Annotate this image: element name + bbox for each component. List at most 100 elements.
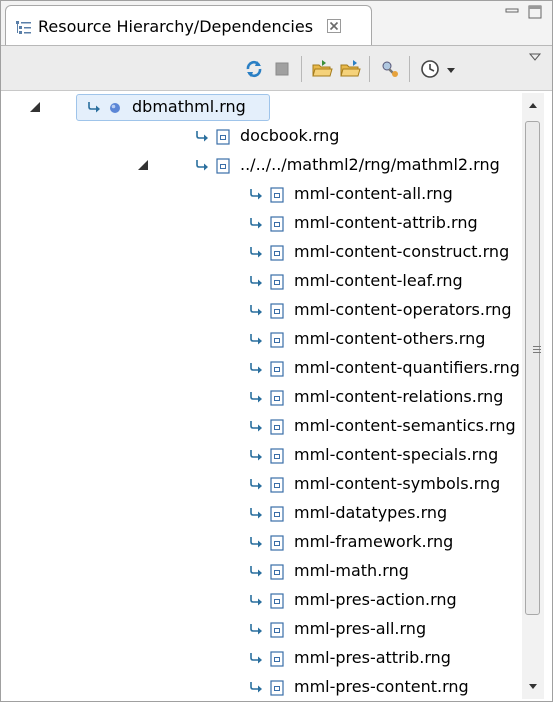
tree-row[interactable]: mml-pres-attrib.rng xyxy=(17,644,522,673)
tree-row[interactable]: mml-content-symbols.rng xyxy=(17,470,522,499)
minimize-icon[interactable] xyxy=(505,5,519,19)
tree-row[interactable]: mml-content-relations.rng xyxy=(17,383,522,412)
tree-item-label: mml-pres-action.rng xyxy=(294,590,457,609)
view-menu-icon[interactable] xyxy=(528,50,542,64)
tree-item-label: mml-datatypes.rng xyxy=(294,503,448,522)
tree-item-label: mml-content-all.rng xyxy=(294,184,453,203)
dependency-arrow-icon xyxy=(250,334,262,345)
tree-row[interactable]: mml-content-quantifiers.rng xyxy=(17,354,522,383)
dependency-arrow-icon xyxy=(250,247,262,258)
dependency-arrow-icon xyxy=(250,363,262,374)
tree-row[interactable]: mml-content-others.rng xyxy=(17,325,522,354)
rng-file-icon xyxy=(270,390,284,406)
rng-file-icon xyxy=(270,477,284,493)
rng-file-icon xyxy=(270,216,284,232)
dependency-arrow-icon xyxy=(250,392,262,403)
tree-item-label: mml-content-symbols.rng xyxy=(294,474,501,493)
view-tab-title: Resource Hierarchy/Dependencies xyxy=(38,17,314,36)
expand-toggle-icon[interactable] xyxy=(29,101,41,113)
tree-root-row[interactable]: dbmathml.rng xyxy=(17,93,522,122)
tree-row[interactable]: mml-pres-content.rng xyxy=(17,673,522,699)
configure-icon[interactable] xyxy=(379,58,401,80)
rng-file-icon xyxy=(216,129,230,145)
tree-row[interactable]: mml-math.rng xyxy=(17,557,522,586)
rng-file-icon xyxy=(270,361,284,377)
schema-root-icon xyxy=(110,103,120,113)
tree-item-label: mml-content-leaf.rng xyxy=(294,271,463,290)
tree-row[interactable]: mml-content-specials.rng xyxy=(17,441,522,470)
dependency-arrow-icon xyxy=(250,595,262,606)
scroll-up-icon[interactable] xyxy=(528,101,538,109)
dropdown-arrow-icon[interactable] xyxy=(445,58,457,80)
dependency-arrow-icon xyxy=(250,276,262,287)
dependency-tree: dbmathml.rng docbook.rng ../../../mathml2/… xyxy=(17,93,522,699)
tree-root-label: dbmathml.rng xyxy=(132,97,246,116)
dependency-arrow-icon xyxy=(250,624,262,635)
history-icon[interactable] xyxy=(419,58,441,80)
open-folder-icon[interactable] xyxy=(311,58,333,80)
view-tab[interactable]: Resource Hierarchy/Dependencies xyxy=(5,5,372,45)
dependency-arrow-icon xyxy=(250,218,262,229)
rng-file-icon xyxy=(270,332,284,348)
tree-row[interactable]: mml-content-leaf.rng xyxy=(17,267,522,296)
scroll-thumb[interactable] xyxy=(525,121,541,615)
tree-row[interactable]: mml-datatypes.rng xyxy=(17,499,522,528)
tree-row[interactable]: mml-content-operators.rng xyxy=(17,296,522,325)
rng-file-icon xyxy=(270,564,284,580)
scroll-grip xyxy=(533,349,541,350)
open-folder-alt-icon[interactable] xyxy=(339,58,361,80)
dependency-arrow-icon xyxy=(250,305,262,316)
dependency-arrow-icon xyxy=(250,682,262,693)
dependency-arrow-icon xyxy=(250,189,262,200)
tree-row[interactable]: mml-content-semantics.rng xyxy=(17,412,522,441)
maximize-icon[interactable] xyxy=(528,5,542,19)
tree-row[interactable]: mml-content-attrib.rng xyxy=(17,209,522,238)
dependency-arrow-icon xyxy=(250,421,262,432)
stop-icon[interactable] xyxy=(271,58,293,80)
dependency-arrow-icon xyxy=(196,131,208,142)
rng-file-icon xyxy=(270,651,284,667)
toolbar-separator xyxy=(369,56,370,82)
tree-item-label: mml-content-specials.rng xyxy=(294,445,499,464)
tree-item-label: mml-framework.rng xyxy=(294,532,454,551)
dependency-arrow-icon xyxy=(250,450,262,461)
tree-item-label: mml-pres-all.rng xyxy=(294,619,427,638)
refresh-icon[interactable] xyxy=(243,58,265,80)
rng-file-icon xyxy=(270,245,284,261)
tree-row[interactable]: mml-framework.rng xyxy=(17,528,522,557)
tree-item-label: mml-content-operators.rng xyxy=(294,300,512,319)
hierarchy-icon xyxy=(16,21,31,34)
tree-row[interactable]: mml-content-all.rng xyxy=(17,180,522,209)
resource-hierarchy-view: Resource Hierarchy/Dependencies dbmathml… xyxy=(0,0,553,702)
tree-item-label: mml-content-quantifiers.rng xyxy=(294,358,520,377)
toolbar-separator xyxy=(409,56,410,82)
tree-row[interactable]: docbook.rng xyxy=(17,122,522,151)
tree-item-label: mml-math.rng xyxy=(294,561,409,580)
dependency-arrow-icon xyxy=(88,102,100,113)
tree-row[interactable]: mml-pres-all.rng xyxy=(17,615,522,644)
close-icon[interactable] xyxy=(326,18,342,34)
rng-file-icon xyxy=(270,535,284,551)
tree-item-label: mml-content-attrib.rng xyxy=(294,213,478,232)
tree-row[interactable]: mml-content-construct.rng xyxy=(17,238,522,267)
expand-toggle-icon[interactable] xyxy=(137,159,149,171)
tree-item-label: mml-content-construct.rng xyxy=(294,242,510,261)
dependency-arrow-icon xyxy=(196,160,208,171)
rng-file-icon xyxy=(270,419,284,435)
dependency-arrow-icon xyxy=(250,479,262,490)
rng-file-icon xyxy=(270,506,284,522)
tree-row[interactable]: mml-pres-action.rng xyxy=(17,586,522,615)
rng-file-icon xyxy=(270,680,284,696)
tree-row[interactable]: ../../../mathml2/rng/mathml2.rng xyxy=(17,151,522,180)
tree-item-label: ../../../mathml2/rng/mathml2.rng xyxy=(240,155,500,174)
scroll-grip xyxy=(533,352,541,353)
rng-file-icon xyxy=(270,303,284,319)
vertical-scrollbar[interactable] xyxy=(522,93,544,699)
dependency-arrow-icon xyxy=(250,653,262,664)
dependency-arrow-icon xyxy=(250,508,262,519)
dependency-arrow-icon xyxy=(250,566,262,577)
dependency-arrow-icon xyxy=(250,537,262,548)
tree-item-label: mml-content-others.rng xyxy=(294,329,486,348)
tree-item-label: mml-pres-attrib.rng xyxy=(294,648,451,667)
scroll-down-icon[interactable] xyxy=(528,683,538,691)
